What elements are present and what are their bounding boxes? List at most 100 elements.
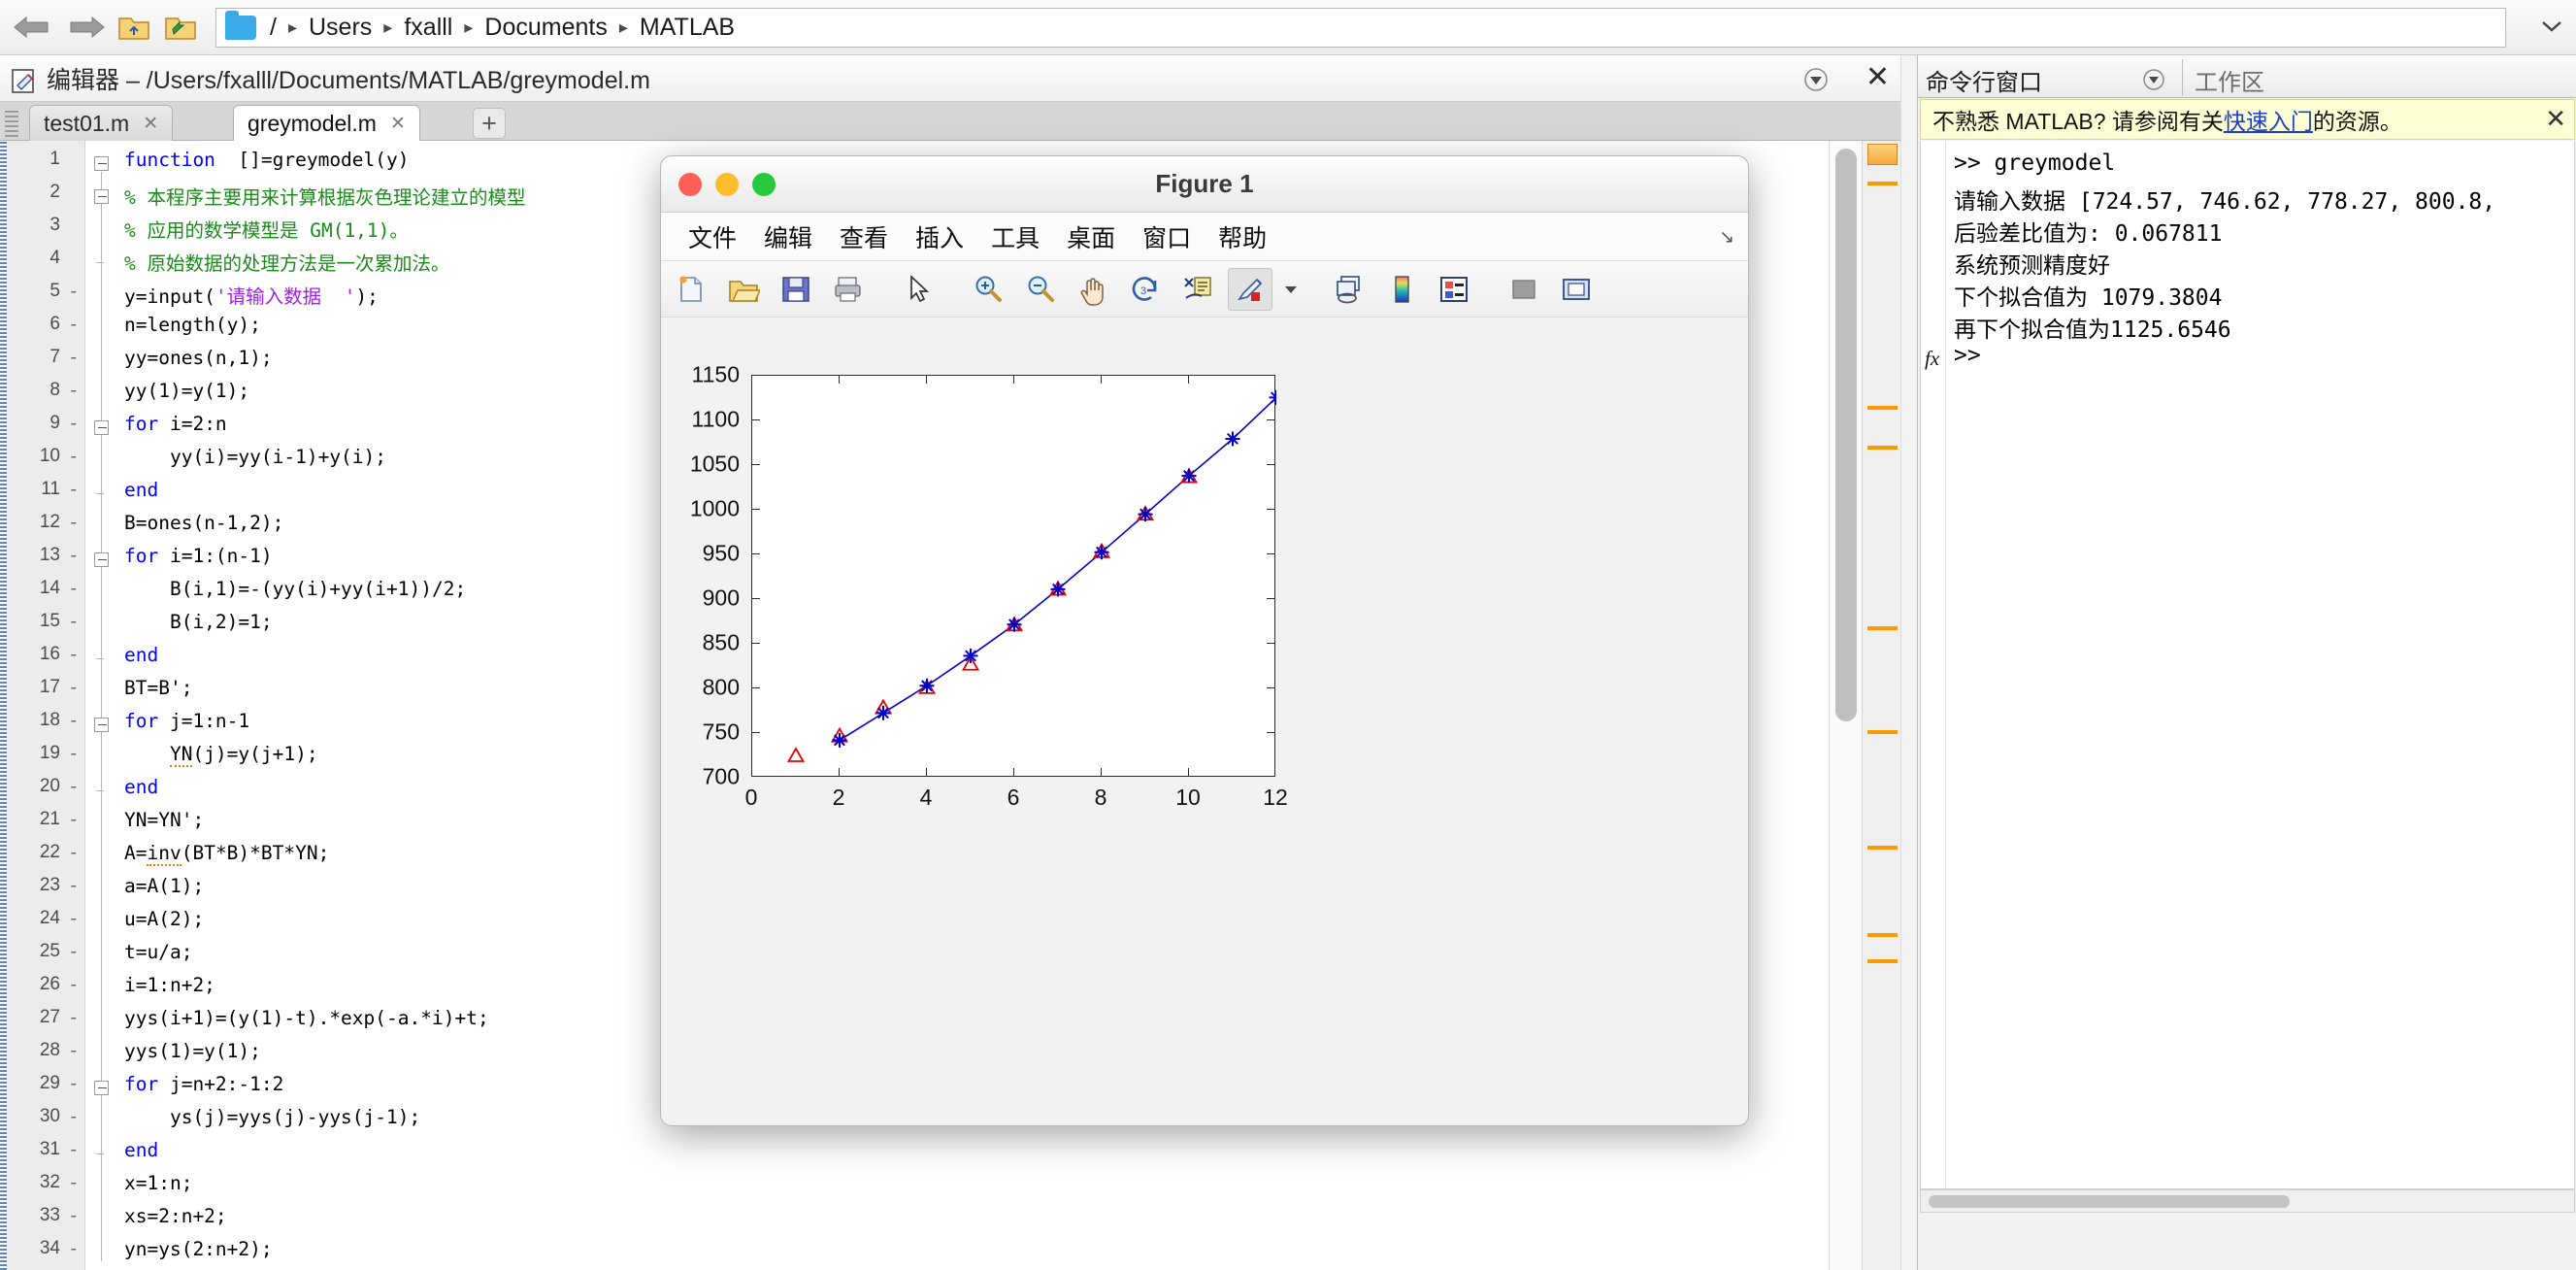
editor-close-button[interactable]: ✕ xyxy=(1866,63,1890,92)
analyzer-warning-mark[interactable] xyxy=(1867,406,1898,410)
tab-command-window[interactable]: 命令行窗口 xyxy=(1926,63,2042,97)
code-line[interactable]: 33- xs=2:n+2; xyxy=(0,1205,1917,1227)
menu-help[interactable]: 帮助 xyxy=(1218,219,1267,254)
code-text: yn=ys(2:n+2); xyxy=(124,1238,273,1260)
line-number: 9 xyxy=(50,413,60,433)
legend-icon[interactable] xyxy=(1432,268,1476,311)
tab-test01[interactable]: test01.m ✕ xyxy=(29,105,174,141)
editor-vertical-scrollbar[interactable] xyxy=(1829,141,1862,1270)
line-number: 14 xyxy=(39,578,60,598)
command-window-dropdown-icon[interactable] xyxy=(2141,67,2166,97)
tab-greymodel[interactable]: greymodel.m ✕ xyxy=(233,105,420,141)
analyzer-warning-mark[interactable] xyxy=(1867,730,1898,734)
brush-dropdown-icon[interactable] xyxy=(1280,268,1302,311)
menu-insert[interactable]: 插入 xyxy=(915,219,964,254)
zoom-out-icon[interactable] xyxy=(1018,268,1063,311)
code-analyzer-status-icon[interactable] xyxy=(1867,144,1898,165)
close-icon[interactable]: ✕ xyxy=(143,113,158,135)
code-text: for i=1:(n-1) xyxy=(124,545,273,567)
banner-prefix: 不熟悉 MATLAB? 请参阅有关 xyxy=(1932,109,2224,134)
code-text: x=1:n; xyxy=(124,1172,193,1194)
menu-view[interactable]: 查看 xyxy=(840,219,888,254)
breadcrumb-bar[interactable]: / ▸ Users ▸ fxalll ▸ Documents ▸ MATLAB xyxy=(215,8,2506,48)
menu-edit[interactable]: 编辑 xyxy=(764,219,812,254)
tab-workspace[interactable]: 工作区 xyxy=(2195,63,2264,97)
figure-canvas[interactable]: 700 750 800 850 900 950 1000 1050 1100 1150 02468… xyxy=(661,318,1748,1125)
show-plot-tools-icon[interactable] xyxy=(1554,268,1599,311)
fx-icon[interactable]: fx xyxy=(1925,347,1939,371)
breadcrumb-users[interactable]: Users xyxy=(307,14,374,42)
breadcrumb-root[interactable]: / xyxy=(268,14,279,42)
code-text: n=length(y); xyxy=(124,314,261,336)
analyzer-warning-mark[interactable] xyxy=(1867,182,1898,185)
analyzer-warning-mark[interactable] xyxy=(1867,959,1898,963)
breadcrumb-fxalll[interactable]: fxalll xyxy=(402,14,454,42)
hide-plot-tools-icon[interactable] xyxy=(1502,268,1546,311)
editor-dropdown-button[interactable] xyxy=(1802,66,1830,98)
quick-start-link[interactable]: 快速入门 xyxy=(2224,109,2313,134)
command-prompt[interactable]: >> xyxy=(1954,343,1981,368)
breadcrumb-matlab[interactable]: MATLAB xyxy=(638,14,737,42)
print-figure-icon[interactable] xyxy=(826,268,871,311)
forward-button[interactable] xyxy=(64,8,109,47)
save-figure-icon[interactable] xyxy=(774,268,818,311)
code-line[interactable]: 32- x=1:n; xyxy=(0,1172,1917,1194)
new-tab-button[interactable]: + xyxy=(473,108,506,139)
analyzer-warning-mark[interactable] xyxy=(1867,933,1898,937)
plot-axes[interactable] xyxy=(751,375,1276,777)
menu-file[interactable]: 文件 xyxy=(688,219,737,254)
scrollbar-thumb[interactable] xyxy=(1929,1195,2290,1208)
code-fold-toggle[interactable] xyxy=(94,1081,109,1095)
breadcrumb-documents[interactable]: Documents xyxy=(482,14,609,42)
link-plot-icon[interactable] xyxy=(1327,268,1371,311)
rotate-3d-icon[interactable]: 3 xyxy=(1123,268,1168,311)
command-window-output[interactable]: >> greymodel 请输入数据 [724.57, 746.62, 778.… xyxy=(1920,141,2575,1189)
executable-marker: - xyxy=(68,941,80,962)
zoom-in-icon[interactable] xyxy=(966,268,1010,311)
tab-strip-grip-icon[interactable] xyxy=(5,108,18,137)
code-text: B(i,2)=1; xyxy=(124,611,273,633)
y-tick-label: 950 xyxy=(702,540,740,566)
command-window-tab-bar: 命令行窗口 工作区 xyxy=(1918,55,2576,98)
open-file-icon[interactable] xyxy=(721,268,766,311)
analyzer-warning-mark[interactable] xyxy=(1867,846,1898,850)
menu-tools[interactable]: 工具 xyxy=(991,219,1040,254)
back-button[interactable] xyxy=(10,8,54,47)
x-tick-mark-top xyxy=(1188,375,1189,384)
code-line[interactable]: 31- end xyxy=(0,1139,1917,1161)
command-window-horizontal-scrollbar[interactable] xyxy=(1920,1189,2575,1213)
brush-icon[interactable] xyxy=(1228,267,1272,311)
code-fold-toggle[interactable] xyxy=(94,189,109,204)
menu-window[interactable]: 窗口 xyxy=(1142,219,1191,254)
line-number: 12 xyxy=(39,512,60,532)
analyzer-warning-mark[interactable] xyxy=(1867,446,1898,450)
code-fold-toggle[interactable] xyxy=(94,552,109,567)
data-cursor-icon[interactable] xyxy=(1175,268,1220,311)
menu-overflow-icon[interactable]: ↘ xyxy=(1719,226,1734,249)
code-text: xs=2:n+2; xyxy=(124,1205,227,1227)
breadcrumb-separator: ▸ xyxy=(618,17,628,37)
code-analyzer-strip[interactable] xyxy=(1862,141,1900,1270)
chevron-down-icon[interactable] xyxy=(2541,19,2562,38)
figure-window[interactable]: Figure 1 文件 编辑 查看 插入 工具 桌面 窗口 帮助 ↘ 3 700… xyxy=(660,155,1749,1126)
command-line: 下个拟合值为 1079.3804 xyxy=(1954,285,2223,311)
new-figure-icon[interactable] xyxy=(669,268,713,311)
colorbar-icon[interactable] xyxy=(1379,268,1424,311)
close-icon[interactable]: ✕ xyxy=(390,113,406,135)
up-folder-icon[interactable] xyxy=(113,8,155,47)
code-fold-toggle[interactable] xyxy=(94,156,109,171)
code-fold-toggle[interactable] xyxy=(94,420,109,435)
code-fold-toggle[interactable] xyxy=(94,718,109,732)
scrollbar-thumb[interactable] xyxy=(1835,149,1857,721)
code-line[interactable]: 34- yn=ys(2:n+2); xyxy=(0,1238,1917,1260)
line-number: 5 xyxy=(50,281,60,301)
code-text: YN(j)=y(j+1); xyxy=(169,743,318,767)
pan-icon[interactable] xyxy=(1071,268,1115,311)
refresh-folder-icon[interactable] xyxy=(159,8,202,47)
pointer-icon[interactable] xyxy=(896,268,941,311)
executable-marker: - xyxy=(68,809,80,830)
analyzer-warning-mark[interactable] xyxy=(1867,626,1898,630)
menu-desktop[interactable]: 桌面 xyxy=(1067,219,1115,254)
x-tick-mark-top xyxy=(1013,375,1014,384)
banner-close-icon[interactable]: ✕ xyxy=(2545,104,2566,134)
